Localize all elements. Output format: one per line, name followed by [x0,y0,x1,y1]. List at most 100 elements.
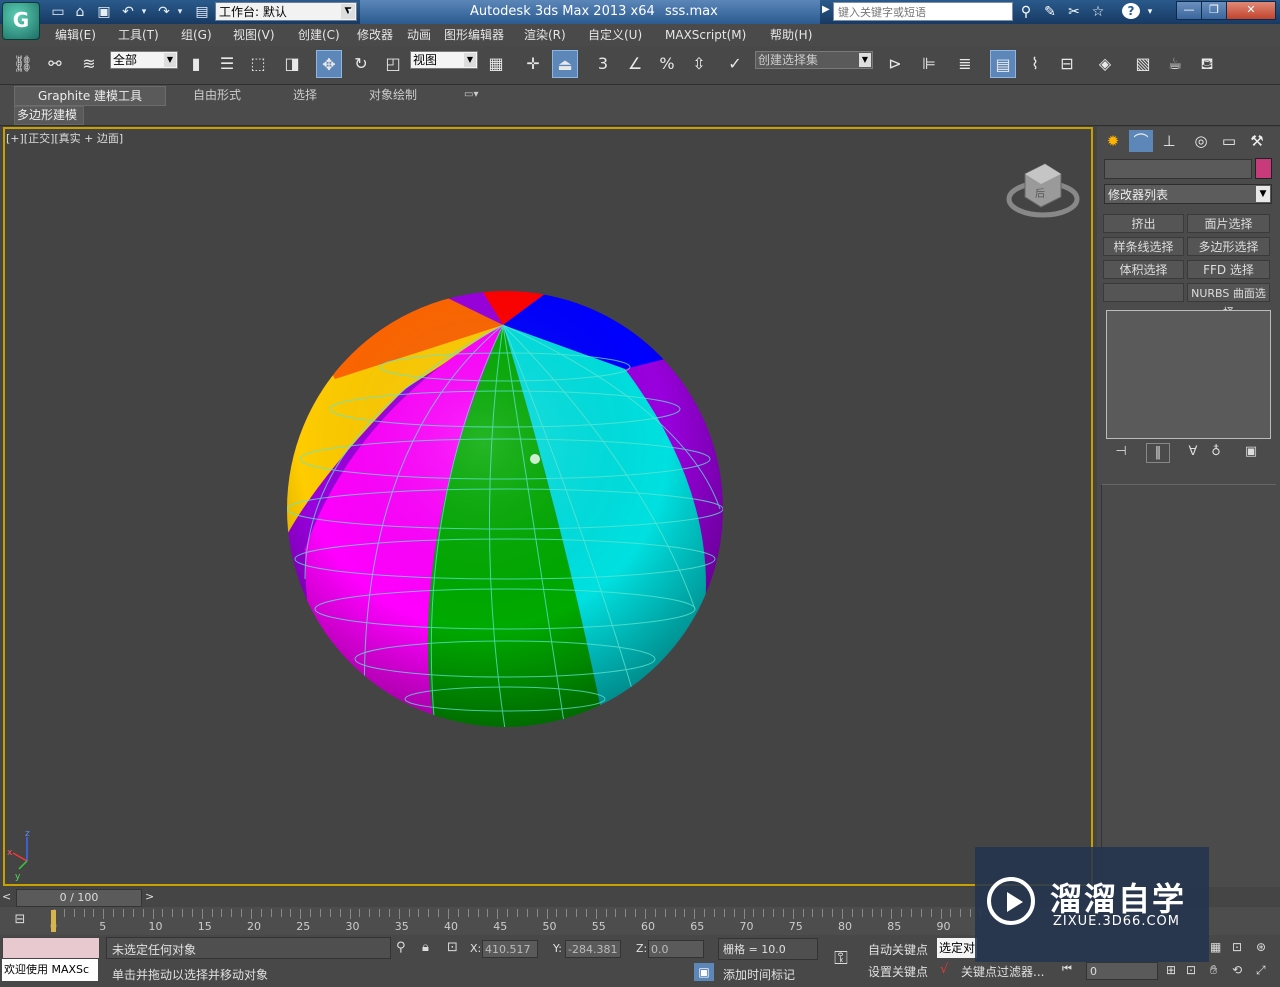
new-file-icon[interactable]: ▭ [48,3,68,21]
volume-select-button[interactable]: 体积选择 [1103,260,1184,279]
selection-lock-icon[interactable]: 🔒︎ [422,940,429,955]
y-coordinate-field[interactable]: -284.381 [565,940,621,958]
time-tag-icon[interactable]: ▣ [694,963,714,981]
keyboard-shortcut-override-icon[interactable]: ⏏ [552,50,578,78]
add-time-tag[interactable]: 添加时间标记 [723,966,795,983]
save-file-icon[interactable]: ▣ [94,3,114,21]
key-filters-button[interactable]: 关键点过滤器... [961,963,1044,980]
spinner-snap-icon[interactable]: ⇳ [686,50,712,78]
select-and-move-icon[interactable]: ✥ [316,50,342,78]
reference-coordinate-dropdown[interactable]: 视图 ▼ [410,51,478,69]
modifier-list-dropdown[interactable]: 修改器列表 ▼ [1104,184,1272,204]
named-selection-dropdown[interactable]: 创建选择集 ▼ [755,51,873,69]
menu-create[interactable]: 创建(C) [298,24,340,46]
zoom-all-icon[interactable]: ▦ [1210,940,1221,954]
tab-object-paint[interactable]: 对象绘制 [369,86,417,104]
auto-key-button[interactable]: 自动关键点 [868,941,928,958]
display-panel-icon[interactable]: ▭ [1217,130,1241,152]
percent-snap-icon[interactable]: % [654,50,680,78]
menu-rendering[interactable]: 渲染(R) [524,24,566,46]
current-frame-field[interactable]: 0 [1086,962,1158,980]
menu-modifiers[interactable]: 修改器 [357,24,393,46]
utilities-panel-icon[interactable]: ⚒ [1245,130,1269,152]
render-frame-icon[interactable]: ☕ [1162,50,1188,78]
workspace-expand-icon[interactable]: ▾ [343,3,357,21]
menu-graph-editors[interactable]: 图形编辑器 [444,24,504,46]
undo-icon[interactable]: ↶ [118,3,138,21]
menu-animation[interactable]: 动画 [407,24,431,46]
pan-view-icon[interactable]: ✋︎ [1210,963,1217,978]
selection-filter-dropdown[interactable]: 全部 ▼ [110,51,178,69]
object-color-swatch[interactable] [1255,158,1272,179]
workspace-dropdown[interactable]: 工作台: 默认 ▼ [215,2,357,21]
timeline-ruler[interactable]: 051015202530354045505560657075808590 [40,907,991,935]
zoom-extents-icon[interactable]: ⊞ [1166,963,1176,977]
z-coordinate-field[interactable]: 0.0 [648,940,704,958]
field-of-view-icon[interactable]: ⊛ [1256,940,1266,954]
redo-dropdown-icon[interactable]: ▾ [174,3,186,21]
create-panel-icon[interactable]: ✹ [1101,130,1125,152]
project-folder-icon[interactable]: ▤ [192,3,212,21]
help-icon[interactable]: ? [1122,3,1140,19]
selected-set-dropdown[interactable]: 选定对 [937,938,977,958]
viewport-canvas[interactable]: 后 z x y [5,129,1093,886]
favorites-icon[interactable]: ☆ [1088,3,1108,21]
extrude-button[interactable]: 挤出 [1103,214,1184,233]
edit-named-selection-icon[interactable]: ✓ [722,50,748,78]
modify-panel-icon[interactable]: ⌒ [1129,130,1153,152]
material-editor-icon[interactable]: ◈ [1092,50,1118,78]
menu-group[interactable]: 组(G) [181,24,212,46]
app-menu-button[interactable]: G [2,2,40,40]
render-production-icon[interactable]: ⛾ [1194,50,1220,78]
bind-space-warp-icon[interactable]: ≋ [76,50,102,78]
minimize-button[interactable]: — [1176,1,1202,20]
spline-select-button[interactable]: 样条线选择 [1103,237,1184,256]
absolute-mode-icon[interactable]: ⊡ [447,940,458,955]
nurbs-surface-select-button[interactable]: NURBS 曲面选择 [1187,283,1270,319]
unlink-icon[interactable]: ⚯ [42,50,68,78]
polygon-modeling-panel[interactable]: 多边形建模 [14,106,84,125]
time-slider[interactable]: 0 / 100 [16,889,142,907]
tab-selection[interactable]: 选择 [293,86,317,104]
select-object-icon[interactable]: ▮ [183,50,209,78]
ffd-select-button[interactable]: FFD 选择 [1187,260,1270,279]
viewport-label[interactable]: [+][正交][真实 + 边面] [6,130,123,146]
align-icon[interactable]: ⊫ [916,50,942,78]
select-and-scale-icon[interactable]: ◰ [380,50,406,78]
menu-views[interactable]: 视图(V) [233,24,275,46]
menu-edit[interactable]: 编辑(E) [55,24,96,46]
tab-freeform[interactable]: 自由形式 [193,86,241,104]
render-setup-icon[interactable]: ▧ [1130,50,1156,78]
search-arrow-icon[interactable]: ▶ [822,4,830,15]
object-name-field[interactable] [1104,159,1252,179]
maxscript-mini-listener[interactable]: 欢迎使用 MAXSc [2,959,98,981]
mini-curve-editor-icon[interactable]: ⊟ [10,912,30,930]
x-coordinate-field[interactable]: 410.517 [482,940,538,958]
subscription-icon[interactable]: ✎ [1040,3,1060,21]
communication-icon[interactable]: ✂ [1064,3,1084,21]
set-key-button[interactable]: 设置关键点 [868,963,928,980]
ribbon-options-icon[interactable]: ▭▾ [464,86,478,104]
binoculars-icon[interactable]: ⚲ [1016,3,1036,21]
poly-select-button[interactable]: 多边形选择 [1187,237,1270,256]
help-dropdown-icon[interactable]: ▾ [1145,3,1155,21]
open-file-icon[interactable]: ⌂ [70,3,90,21]
tab-graphite-modeling[interactable]: Graphite 建模工具 [14,86,166,106]
motion-panel-icon[interactable]: ◎ [1189,130,1213,152]
maximize-button[interactable]: ❐ [1201,1,1227,20]
mirror-icon[interactable]: ⊳ [882,50,908,78]
schematic-view-icon[interactable]: ⊟ [1054,50,1080,78]
window-crossing-icon[interactable]: ◨ [279,50,305,78]
select-and-rotate-icon[interactable]: ↻ [348,50,374,78]
modifier-stack[interactable] [1106,310,1271,439]
orbit-icon[interactable]: ⟲ [1232,963,1242,977]
layer-manager-icon[interactable]: ≣ [952,50,978,78]
maxscript-listener[interactable] [2,937,100,959]
menu-customize[interactable]: 自定义(U) [588,24,642,46]
select-and-manipulate-icon[interactable]: ✛ [520,50,546,78]
link-icon[interactable]: ⛓ [10,50,36,78]
search-input[interactable]: 键入关键字或短语 [833,2,1013,21]
close-button[interactable]: ✕ [1226,1,1276,20]
graphite-toggle-icon[interactable]: ▤ [990,50,1016,78]
viewcube[interactable]: 后 [1006,163,1080,218]
